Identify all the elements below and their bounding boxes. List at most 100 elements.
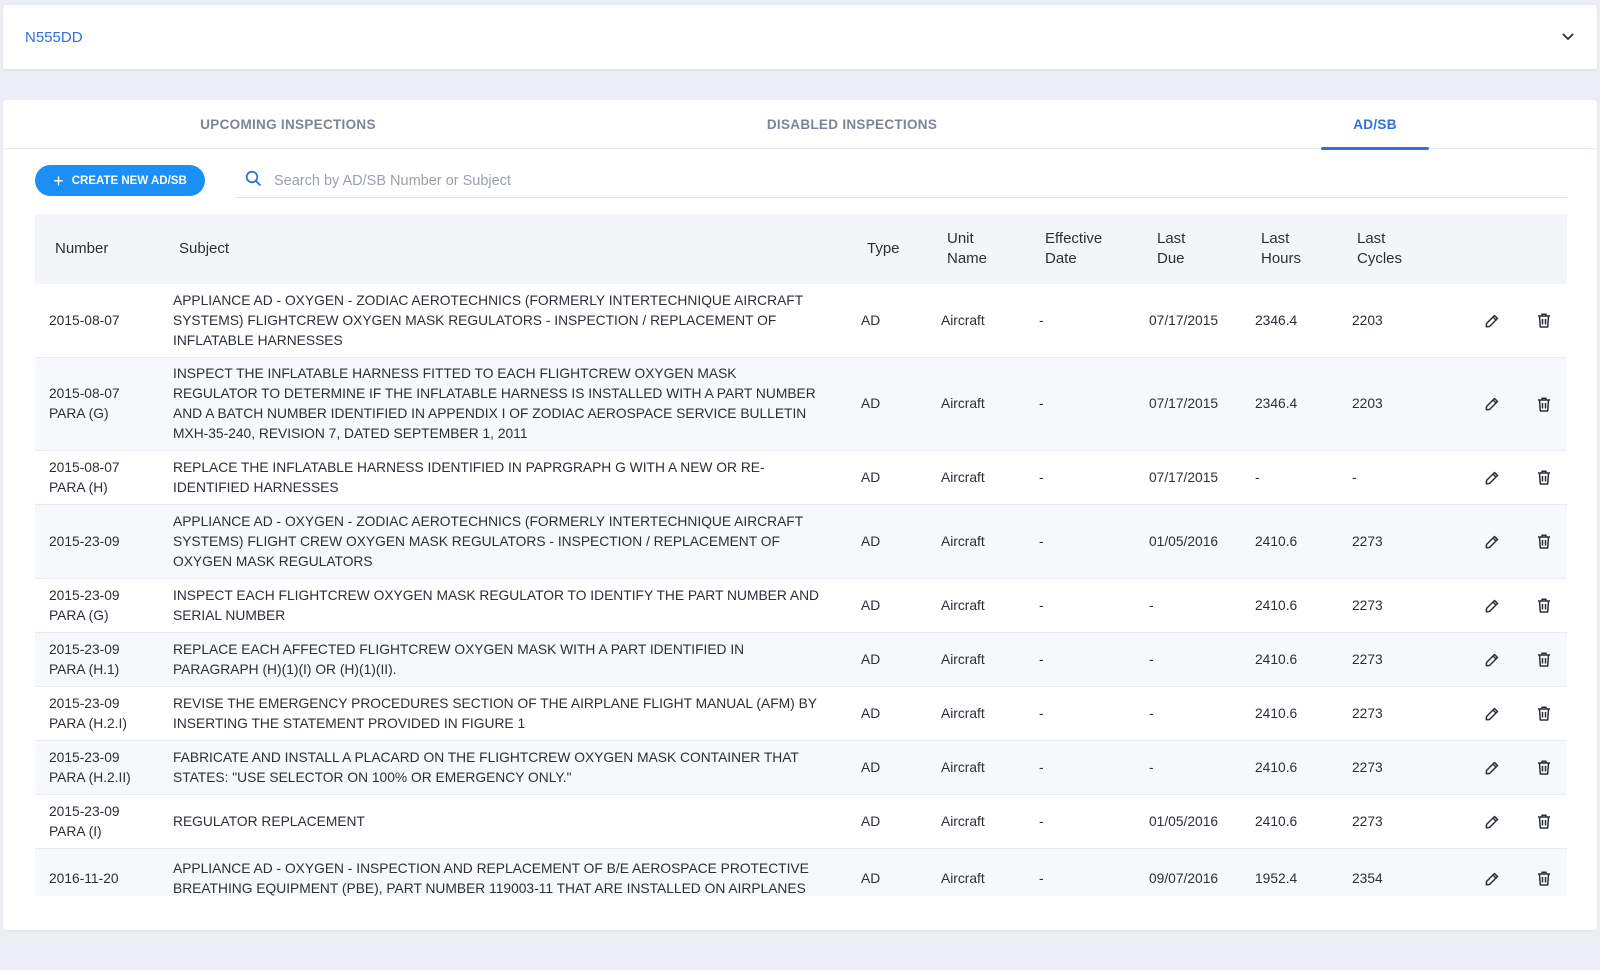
cell-effective-date: - xyxy=(1039,813,1044,829)
pencil-icon[interactable] xyxy=(1480,451,1504,504)
trash-icon[interactable] xyxy=(1532,741,1556,794)
cell-last-due: 07/17/2015 xyxy=(1149,312,1219,328)
trash-icon[interactable] xyxy=(1532,687,1556,740)
table-row[interactable]: 2016-11-20 APPLIANCE AD - OXYGEN - INSPEC… xyxy=(35,849,1567,896)
tab-upcoming-inspections[interactable]: UPCOMING INSPECTIONS xyxy=(199,100,377,149)
column-header-type[interactable]: Type xyxy=(867,214,900,284)
pencil-icon[interactable] xyxy=(1480,849,1504,896)
column-header-number[interactable]: Number xyxy=(55,214,165,284)
cell-last-cycles: 2273 xyxy=(1352,533,1383,549)
cell-last-hours: - xyxy=(1255,469,1260,485)
cell-subject: APPLIANCE AD - OXYGEN - ZODIAC AEROTECHN… xyxy=(173,292,803,348)
pencil-icon[interactable] xyxy=(1480,795,1504,848)
tab-bar: UPCOMING INSPECTIONS DISABLED INSPECTION… xyxy=(3,100,1597,150)
cell-last-cycles: 2273 xyxy=(1352,705,1383,721)
table-row[interactable]: 2015-23-09 PARA (H.2.I) REVISE THE EMERGE… xyxy=(35,687,1567,741)
table-row[interactable]: 2015-08-07 PARA (H) REPLACE THE INFLATABL… xyxy=(35,451,1567,505)
cell-last-cycles: - xyxy=(1352,469,1357,485)
cell-number: 2015-23-09 PARA (I) xyxy=(49,803,120,839)
cell-last-hours: 2410.6 xyxy=(1255,533,1298,549)
cell-type: AD xyxy=(861,396,881,411)
cell-subject: REPLACE EACH AFFECTED FLIGHTCREW OXYGEN … xyxy=(173,641,745,677)
table-body: 2015-08-07 APPLIANCE AD - OXYGEN - ZODIAC… xyxy=(35,284,1567,896)
table-row[interactable]: 2015-23-09 PARA (G) INSPECT EACH FLIGHTCR… xyxy=(35,579,1567,633)
table-row[interactable]: 2015-08-07 APPLIANCE AD - OXYGEN - ZODIAC… xyxy=(35,284,1567,358)
cell-effective-date: - xyxy=(1039,597,1044,613)
column-header-last-cycles[interactable]: Last Cycles xyxy=(1357,214,1402,284)
trash-icon[interactable] xyxy=(1532,633,1556,686)
cell-last-due: 01/05/2016 xyxy=(1149,813,1219,829)
cell-subject: APPLIANCE AD - OXYGEN - INSPECTION AND R… xyxy=(173,860,809,896)
pencil-icon[interactable] xyxy=(1480,505,1504,578)
column-header-effective-date[interactable]: Effective Date xyxy=(1045,214,1102,284)
table-row[interactable]: 2015-23-09 PARA (H.2.II) FABRICATE AND IN… xyxy=(35,741,1567,795)
cell-type: AD xyxy=(861,312,881,328)
cell-effective-date: - xyxy=(1039,312,1044,328)
cell-subject: FABRICATE AND INSTALL A PLACARD ON THE F… xyxy=(173,749,799,785)
cell-unit-name: Aircraft xyxy=(941,759,985,775)
column-header-subject[interactable]: Subject xyxy=(179,214,829,284)
create-ad-sb-label: CREATE NEW AD/SB xyxy=(71,174,187,187)
pencil-icon[interactable] xyxy=(1480,633,1504,686)
cell-last-due: 01/05/2016 xyxy=(1149,533,1219,549)
cell-last-due: 07/17/2015 xyxy=(1149,469,1219,485)
trash-icon[interactable] xyxy=(1532,579,1556,632)
pencil-icon[interactable] xyxy=(1480,741,1504,794)
plus-icon: + xyxy=(53,170,64,191)
cell-type: AD xyxy=(861,597,881,613)
cell-number: 2015-23-09 PARA (H.1) xyxy=(49,641,120,677)
cell-type: AD xyxy=(861,759,881,775)
search-bar xyxy=(235,164,1567,198)
cell-last-cycles: 2273 xyxy=(1352,813,1383,829)
cell-last-due: - xyxy=(1149,651,1154,667)
trash-icon[interactable] xyxy=(1532,284,1556,357)
cell-number: 2015-23-09 PARA (H.2.I) xyxy=(49,695,127,731)
cell-effective-date: - xyxy=(1039,705,1044,721)
cell-number: 2015-08-07 PARA (G) xyxy=(49,386,120,421)
table-row[interactable]: 2015-23-09 PARA (I) REGULATOR REPLACEMENT… xyxy=(35,795,1567,849)
cell-last-cycles: 2273 xyxy=(1352,759,1383,775)
cell-last-due: - xyxy=(1149,597,1154,613)
cell-type: AD xyxy=(861,533,881,549)
column-header-last-due[interactable]: Last Due xyxy=(1157,214,1185,284)
cell-subject: REPLACE THE INFLATABLE HARNESS IDENTIFIE… xyxy=(173,459,765,495)
column-header-last-hours[interactable]: Last Hours xyxy=(1261,214,1301,284)
cell-last-hours: 2410.6 xyxy=(1255,813,1298,829)
cell-effective-date: - xyxy=(1039,396,1044,411)
table-row[interactable]: 2015-23-09 PARA (H.1) REPLACE EACH AFFECT… xyxy=(35,633,1567,687)
trash-icon[interactable] xyxy=(1532,849,1556,896)
aircraft-tail-number: N555DD xyxy=(25,28,83,46)
cell-type: AD xyxy=(861,870,881,886)
cell-last-due: - xyxy=(1149,705,1154,721)
trash-icon[interactable] xyxy=(1532,795,1556,848)
pencil-icon[interactable] xyxy=(1480,358,1504,450)
cell-subject: APPLIANCE AD - OXYGEN - ZODIAC AEROTECHN… xyxy=(173,513,803,569)
cell-last-cycles: 2354 xyxy=(1352,870,1383,886)
tab-ad-sb[interactable]: AD/SB xyxy=(1321,100,1429,150)
cell-last-hours: 2410.6 xyxy=(1255,705,1298,721)
cell-subject: INSPECT EACH FLIGHTCREW OXYGEN MASK REGU… xyxy=(173,587,820,623)
aircraft-selector[interactable]: N555DD xyxy=(3,5,1597,69)
cell-last-due: 07/17/2015 xyxy=(1149,396,1219,411)
cell-unit-name: Aircraft xyxy=(941,870,985,886)
trash-icon[interactable] xyxy=(1532,358,1556,450)
create-ad-sb-button[interactable]: + CREATE NEW AD/SB xyxy=(35,165,205,196)
cell-unit-name: Aircraft xyxy=(941,312,985,328)
trash-icon[interactable] xyxy=(1532,451,1556,504)
column-header-unit-name[interactable]: Unit Name xyxy=(947,214,987,284)
cell-type: AD xyxy=(861,651,881,667)
cell-effective-date: - xyxy=(1039,759,1044,775)
chevron-down-icon[interactable] xyxy=(1561,30,1575,44)
inspections-panel: UPCOMING INSPECTIONS DISABLED INSPECTION… xyxy=(3,100,1597,930)
trash-icon[interactable] xyxy=(1532,505,1556,578)
search-icon xyxy=(245,170,262,192)
cell-last-hours: 2410.6 xyxy=(1255,597,1298,613)
table-row[interactable]: 2015-08-07 PARA (G) INSPECT THE INFLATABL… xyxy=(35,358,1567,451)
table-row[interactable]: 2015-23-09 APPLIANCE AD - OXYGEN - ZODIAC… xyxy=(35,505,1567,579)
tab-disabled-inspections[interactable]: DISABLED INSPECTIONS xyxy=(766,100,938,149)
pencil-icon[interactable] xyxy=(1480,284,1504,357)
pencil-icon[interactable] xyxy=(1480,687,1504,740)
pencil-icon[interactable] xyxy=(1480,579,1504,632)
cell-number: 2015-08-07 xyxy=(49,312,120,328)
search-input[interactable] xyxy=(274,172,1464,189)
